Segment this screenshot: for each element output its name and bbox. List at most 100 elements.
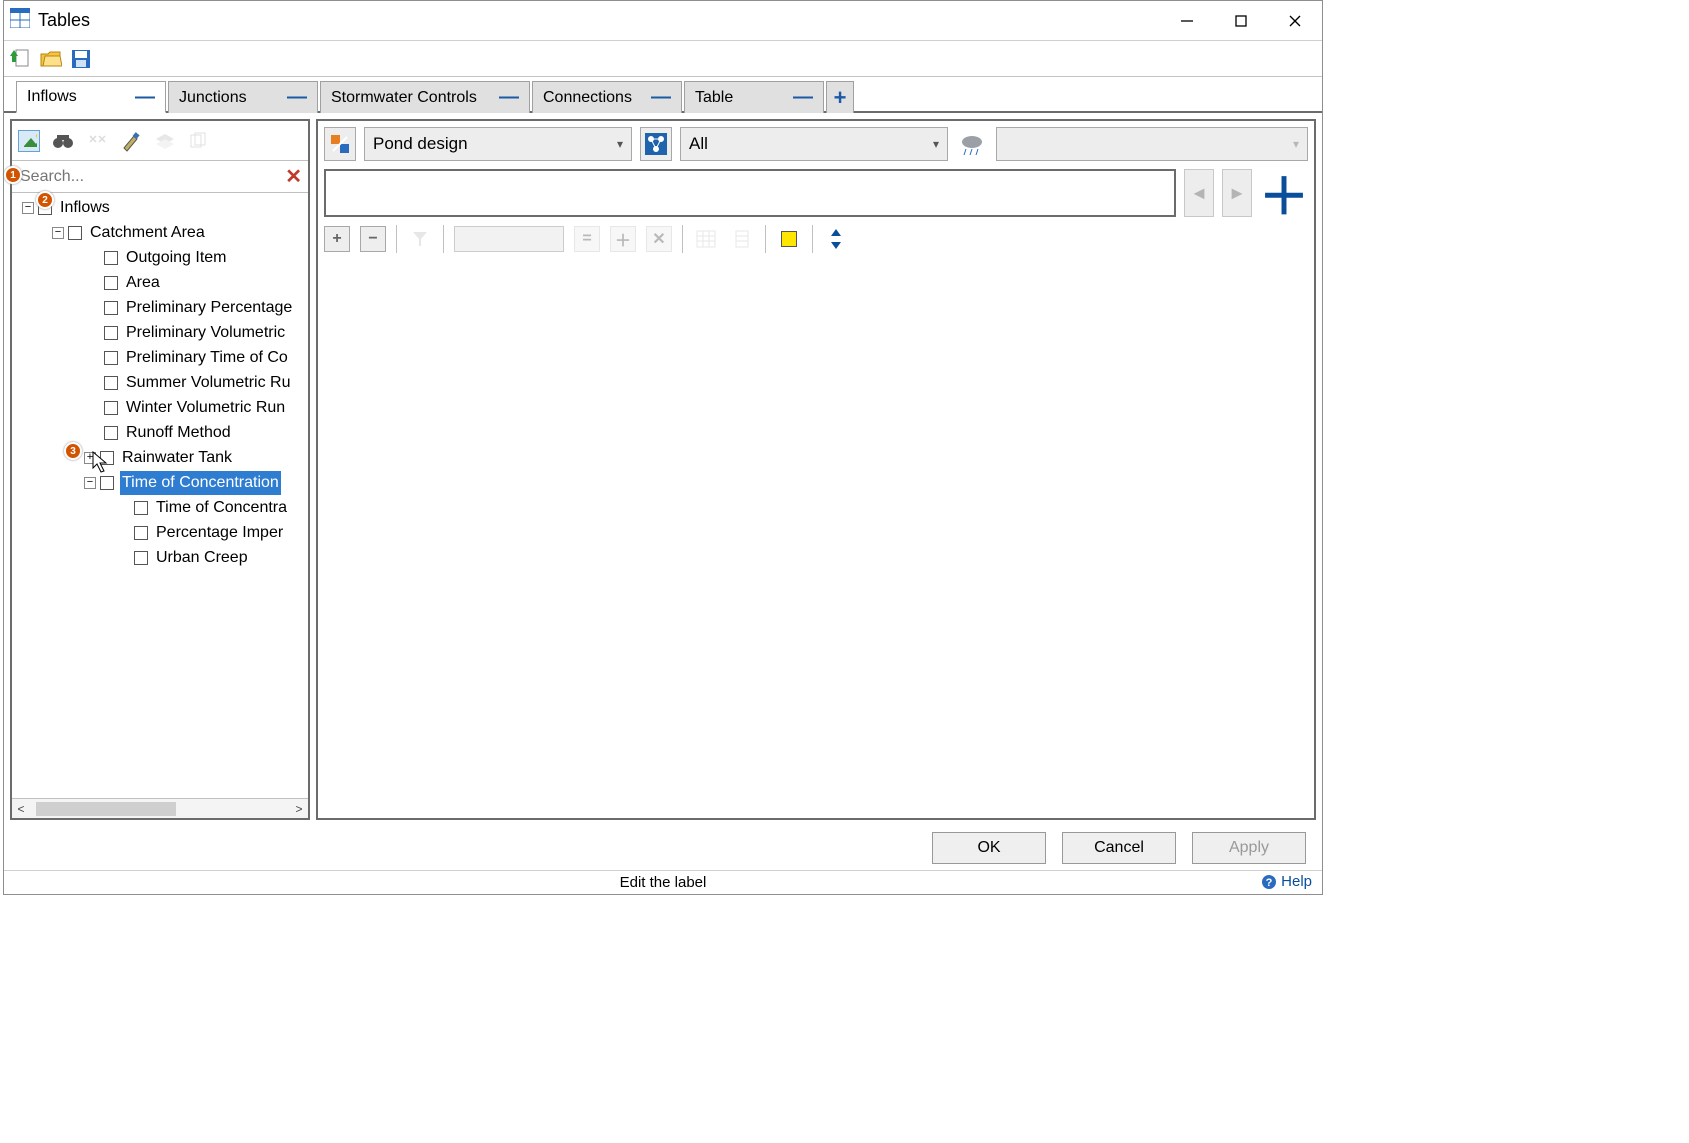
tab-collapse-icon[interactable]: — (287, 86, 307, 109)
tree-pane: ✕ − Inflows − Catchment Area O (10, 119, 310, 820)
tree-label: Catchment Area (88, 221, 207, 245)
value-input[interactable] (454, 226, 564, 252)
tab-collapse-icon[interactable]: — (135, 86, 155, 109)
help-link[interactable]: ? Help (1261, 873, 1312, 890)
tree-label: Preliminary Volumetric (124, 321, 287, 345)
tab-add-button[interactable]: + (826, 81, 854, 113)
tab-connections[interactable]: Connections — (532, 81, 682, 113)
scroll-thumb[interactable] (36, 802, 176, 816)
filter-select[interactable]: All ▾ (680, 127, 948, 161)
annotation-badge-3: 3 (64, 442, 82, 460)
checkbox[interactable] (134, 501, 148, 515)
plus-button: ＋ (610, 226, 636, 252)
checkbox[interactable] (104, 301, 118, 315)
tree-node-urban-creep[interactable]: Urban Creep (16, 545, 308, 570)
map-layers-icon[interactable] (18, 130, 40, 152)
select-value: Pond design (373, 134, 468, 154)
checkbox[interactable] (134, 526, 148, 540)
tree-label: Outgoing Item (124, 246, 229, 270)
checkbox[interactable] (104, 426, 118, 440)
tree-node-summer-vol[interactable]: Summer Volumetric Ru (16, 370, 308, 395)
tab-collapse-icon[interactable]: — (793, 86, 813, 109)
tab-junctions[interactable]: Junctions — (168, 81, 318, 113)
search-input[interactable] (18, 167, 285, 187)
maximize-button[interactable] (1214, 1, 1268, 41)
rain-cloud-icon[interactable] (956, 127, 988, 161)
tree-label: Winter Volumetric Run (124, 396, 287, 420)
tree-label: Inflows (58, 196, 112, 220)
design-icon[interactable] (324, 127, 356, 161)
add-big-button[interactable]: ＋ (1260, 169, 1308, 217)
sort-arrows-icon[interactable] (823, 226, 849, 252)
tree-node-outgoing-item[interactable]: Outgoing Item (16, 245, 308, 270)
expand-all-button[interactable]: + (324, 226, 350, 252)
checkbox[interactable] (68, 226, 82, 240)
ok-button[interactable]: OK (932, 832, 1046, 864)
tree-node-percentage-imper[interactable]: Percentage Imper (16, 520, 308, 545)
tree-node-prelim-volumetric[interactable]: Preliminary Volumetric (16, 320, 308, 345)
rainfall-select[interactable]: ▾ (996, 127, 1308, 161)
scroll-left-icon[interactable]: < (12, 802, 30, 816)
status-bar: Edit the label ? Help (4, 870, 1322, 894)
design-select[interactable]: Pond design ▾ (364, 127, 632, 161)
collapse-icon[interactable]: − (52, 227, 64, 239)
minimize-button[interactable] (1160, 1, 1214, 41)
binoculars-icon[interactable] (52, 130, 74, 152)
apply-button[interactable]: Apply (1192, 832, 1306, 864)
checkbox[interactable] (104, 276, 118, 290)
collapse-all-button[interactable]: − (360, 226, 386, 252)
tree-node-rainwater-tank[interactable]: + Rainwater Tank (16, 445, 308, 470)
close-button[interactable] (1268, 1, 1322, 41)
tab-collapse-icon[interactable]: — (499, 86, 519, 109)
next-button[interactable]: ► (1222, 169, 1252, 217)
collapse-icon[interactable]: − (22, 202, 34, 214)
tree-node-prelim-percentage[interactable]: Preliminary Percentage (16, 295, 308, 320)
checkbox[interactable] (104, 401, 118, 415)
tree-node-runoff-method[interactable]: Runoff Method (16, 420, 308, 445)
tree-node-prelim-toc[interactable]: Preliminary Time of Co (16, 345, 308, 370)
main-input-box[interactable] (324, 169, 1176, 217)
save-icon[interactable] (70, 48, 92, 70)
tree-node-time-of-concentration[interactable]: − Time of Concentration (16, 470, 308, 495)
scroll-right-icon[interactable]: > (290, 802, 308, 816)
arrows-icon (86, 130, 108, 152)
brush-icon[interactable] (120, 130, 142, 152)
highlight-color-icon[interactable] (776, 226, 802, 252)
select-value: All (689, 134, 708, 154)
tab-label: Inflows (27, 88, 77, 106)
checkbox[interactable] (104, 251, 118, 265)
tab-stormwater-controls[interactable]: Stormwater Controls — (320, 81, 530, 113)
tree-node-toc-child1[interactable]: Time of Concentra (16, 495, 308, 520)
cancel-button[interactable]: Cancel (1062, 832, 1176, 864)
search-row: ✕ (12, 161, 308, 193)
tree-label: Area (124, 271, 162, 295)
annotation-badge-1: 1 (4, 166, 22, 184)
tree-horizontal-scrollbar[interactable]: < > (12, 798, 308, 818)
clear-search-icon[interactable]: ✕ (285, 164, 302, 189)
tree-label: Summer Volumetric Ru (124, 371, 293, 395)
tree-node-area[interactable]: Area (16, 270, 308, 295)
tree-label: Runoff Method (124, 421, 233, 445)
chevron-down-icon: ▾ (1293, 137, 1299, 151)
prev-button[interactable]: ◄ (1184, 169, 1214, 217)
open-folder-icon[interactable] (40, 48, 62, 70)
tab-inflows[interactable]: Inflows — (16, 81, 166, 113)
network-icon[interactable] (640, 127, 672, 161)
filter-icon (407, 226, 433, 252)
tab-collapse-icon[interactable]: — (651, 86, 671, 109)
checkbox[interactable] (104, 326, 118, 340)
new-icon[interactable] (10, 48, 32, 70)
checkbox[interactable] (134, 551, 148, 565)
column-icon (729, 226, 755, 252)
annotation-badge-2: 2 (36, 191, 54, 209)
tree-label: Percentage Imper (154, 521, 285, 545)
tab-table[interactable]: Table — (684, 81, 824, 113)
checkbox[interactable] (104, 376, 118, 390)
checkbox[interactable] (104, 351, 118, 365)
tree-node-winter-vol[interactable]: Winter Volumetric Run (16, 395, 308, 420)
property-tree[interactable]: − Inflows − Catchment Area Outgoing Item (12, 193, 308, 798)
empty-content-area (324, 261, 1308, 812)
tree-node-inflows[interactable]: − Inflows (16, 195, 308, 220)
tree-node-catchment-area[interactable]: − Catchment Area (16, 220, 308, 245)
chevron-down-icon: ▾ (933, 137, 939, 151)
